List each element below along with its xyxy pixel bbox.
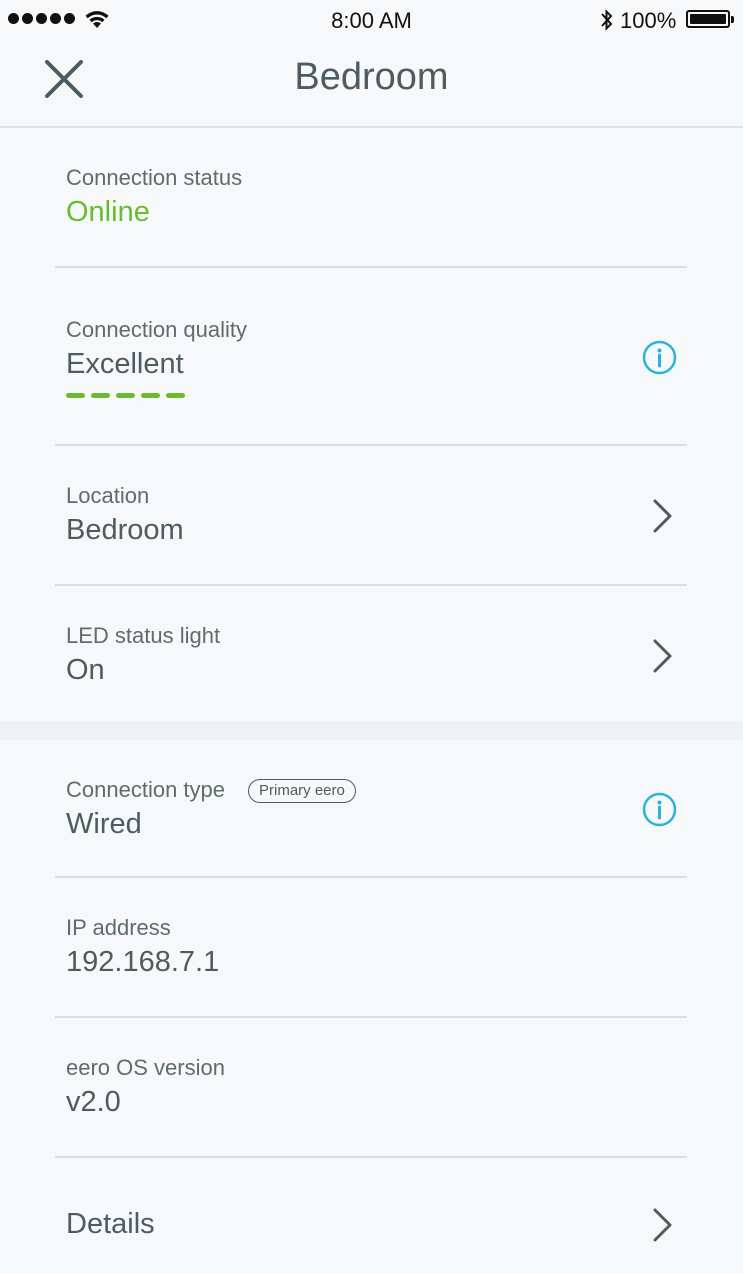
divider xyxy=(55,1016,687,1018)
section-separator xyxy=(0,721,743,740)
battery-percent: 100% xyxy=(620,8,677,33)
nav-bar: Bedroom xyxy=(0,40,743,128)
page-title: Bedroom xyxy=(294,56,449,98)
divider xyxy=(55,876,687,878)
status-bar: 8:00 AM 100% xyxy=(0,0,743,40)
primary-eero-badge: Primary eero xyxy=(248,779,356,803)
info-icon[interactable] xyxy=(642,340,677,375)
info-icon[interactable] xyxy=(642,792,677,827)
chevron-right-icon[interactable] xyxy=(648,637,678,675)
details-label: Details xyxy=(66,1208,155,1240)
connection-type-label: Connection type xyxy=(66,777,225,802)
led-status-value: On xyxy=(66,654,105,686)
location-value: Bedroom xyxy=(66,514,184,546)
os-version-label: eero OS version xyxy=(66,1055,225,1080)
divider xyxy=(55,1156,687,1158)
ip-address-value: 192.168.7.1 xyxy=(66,946,220,978)
divider xyxy=(55,444,687,446)
connection-status-value: Online xyxy=(66,196,150,228)
connection-quality-label: Connection quality xyxy=(66,317,248,342)
led-status-label: LED status light xyxy=(66,623,221,648)
chevron-right-icon[interactable] xyxy=(648,497,678,535)
os-version-value: v2.0 xyxy=(66,1086,121,1118)
quality-bars xyxy=(66,393,185,398)
divider xyxy=(55,266,687,268)
connection-status-label: Connection status xyxy=(66,165,243,190)
location-label: Location xyxy=(66,483,150,508)
battery-icon xyxy=(686,10,734,28)
chevron-right-icon[interactable] xyxy=(648,1206,678,1244)
connection-quality-value: Excellent xyxy=(66,348,184,380)
bluetooth-icon xyxy=(601,9,613,31)
connection-type-value: Wired xyxy=(66,808,142,840)
ip-address-label: IP address xyxy=(66,915,171,940)
divider xyxy=(55,584,687,586)
